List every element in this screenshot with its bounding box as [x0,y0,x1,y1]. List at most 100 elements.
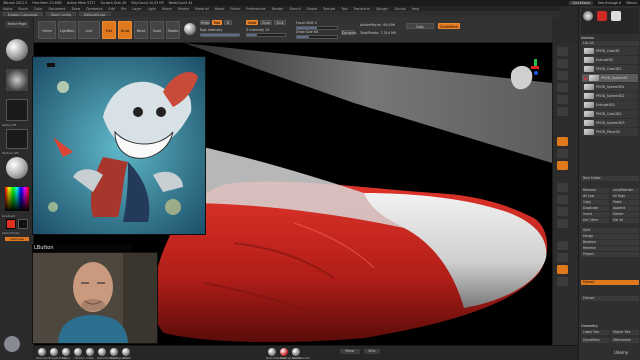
brush-damstandard-icon[interactable] [98,348,106,356]
menu-render[interactable]: Render [272,7,284,11]
menu-material[interactable]: Material [195,7,208,11]
menu-macro[interactable]: Macro [162,7,172,11]
menu-light[interactable]: Light [148,7,156,11]
menu-movie[interactable]: Movie [215,7,225,11]
quicksave-button[interactable]: QuickSave [569,1,593,5]
split-button[interactable]: Split [581,228,639,233]
brush-icon[interactable] [6,39,28,61]
menu-document[interactable]: Document [49,7,66,11]
higher-res-button[interactable]: Higher Res [611,330,639,335]
menus-toggle[interactable]: Menus [626,1,637,5]
brush-pinch-icon[interactable] [122,348,130,356]
material-sphere-icon[interactable] [184,23,196,35]
material-icon[interactable] [6,157,28,179]
default-script-button[interactable]: DefaultScript [78,11,111,17]
subtool-item[interactable]: PM3D_Cube3D2 [582,110,638,118]
material-skinshade-icon[interactable] [292,348,300,356]
rotate-button[interactable]: Rotate [166,21,180,39]
menu-tool[interactable]: Tool [341,7,347,11]
home-page-button[interactable]: Home Page [5,21,29,28]
geometry-header[interactable]: Geometry [581,324,598,328]
alternate-button[interactable]: Alternate [5,237,29,241]
frame-icon[interactable] [557,183,568,192]
del-all-button[interactable]: Del All [611,218,639,223]
menu-file[interactable]: File [121,7,127,11]
mrgb-button[interactable]: Mrgb [200,20,210,25]
menu-stroke[interactable]: Stroke [307,7,318,11]
menu-preferences[interactable]: Preferences [246,7,265,11]
project-button[interactable]: Project [581,252,639,257]
menu-draw[interactable]: Draw [72,7,81,11]
subtool-item[interactable]: PM3D_Cube3D1 [582,65,638,73]
brush-move-icon[interactable] [62,348,70,356]
merge-button[interactable]: Merge [581,234,639,239]
menu-picker[interactable]: Picker [230,7,240,11]
menu-help[interactable]: Help [412,7,420,11]
menu-alpha[interactable]: Alpha [3,7,12,11]
rotate-view-icon[interactable] [557,219,568,228]
solo-icon[interactable] [557,265,568,274]
secondary-color-swatch[interactable] [18,219,28,229]
autoreorder-button[interactable]: AutoReorder [611,188,639,193]
lightbox-button[interactable]: LightBox [58,21,76,39]
material-matcap-red-icon[interactable] [280,348,288,356]
see-through-slider[interactable]: See-through 0 [598,1,621,5]
menu-zplugin[interactable]: Zplugin [376,7,388,11]
quickmesh-button[interactable]: QuickMesh [438,23,460,29]
brush-claybuildup-icon[interactable] [50,348,58,356]
brush-inflat-icon[interactable] [86,348,94,356]
list-all-button[interactable]: List All [581,41,639,46]
delete-button[interactable]: Delete [611,212,639,217]
extract-button[interactable]: Extract [581,280,639,285]
store-config-button[interactable]: Store Config [45,11,76,17]
append-button[interactable]: Append [611,206,639,211]
subtool-item[interactable]: Extrude3D1 [582,101,638,109]
z-intensity-slider[interactable] [246,33,286,37]
menu-dynamics[interactable]: Dynamics [86,7,102,11]
del-other-button[interactable]: Del Other [581,218,609,223]
boolean-button[interactable]: Boolean [581,240,639,245]
zoom3d-icon[interactable] [557,207,568,216]
scale-button[interactable]: Scale [150,21,164,39]
material-basic-icon[interactable] [268,348,276,356]
spix-icon[interactable] [557,59,568,68]
tool-thumb-white-icon[interactable] [611,11,621,21]
actual-icon[interactable] [557,95,568,104]
menu-transform[interactable]: Transform [354,7,370,11]
edit-button[interactable]: Edit [102,21,116,39]
brush-standard-icon[interactable] [38,348,46,356]
draw-button[interactable]: Draw [118,21,132,39]
zremesher-button[interactable]: ZRemesher [611,338,639,343]
focal-shift-slider[interactable] [296,26,338,30]
bpr-icon[interactable] [557,47,568,56]
aahalf-icon[interactable] [557,107,568,116]
rename-button[interactable]: Rename [581,188,609,193]
subtool-item[interactable]: PM3D_Sphere3D2 [582,92,638,100]
alpha-icon[interactable] [6,99,28,121]
live-boolean-button[interactable]: Live Boolean [78,21,100,51]
menu-texture[interactable]: Texture [323,7,335,11]
subtool-item[interactable]: Extrude3D [582,56,638,64]
mirror-button[interactable]: Mirror [340,349,360,354]
tool-thumb-red-icon[interactable] [597,11,607,21]
subtool-item[interactable]: PM3D_Cube3D [582,47,638,55]
duplicate-button[interactable]: Duplicate [581,206,609,211]
menu-color[interactable]: Color [34,7,43,11]
switch-color-button[interactable]: SwitchColor [2,231,20,235]
tool-thumbnails[interactable] [581,8,639,34]
persp-icon[interactable] [557,137,568,146]
menu-stencil[interactable]: Stencil [289,7,300,11]
paste-button[interactable]: Paste [611,200,639,205]
scroll-icon[interactable] [557,71,568,80]
local-icon[interactable] [557,161,568,170]
polyframe-icon[interactable] [557,241,568,250]
extract-options-button[interactable]: Extract [581,296,639,301]
zsub-button[interactable]: Zsub [260,20,272,25]
sdiv-slider[interactable]: SDiv [364,349,380,354]
menu-marker[interactable]: Marker [178,7,189,11]
stroke-icon[interactable] [6,69,28,91]
zoom-icon[interactable] [557,83,568,92]
rgb-intensity-slider[interactable] [200,33,240,37]
transp-icon[interactable] [557,253,568,262]
menu-zscript[interactable]: Zscript [394,7,405,11]
